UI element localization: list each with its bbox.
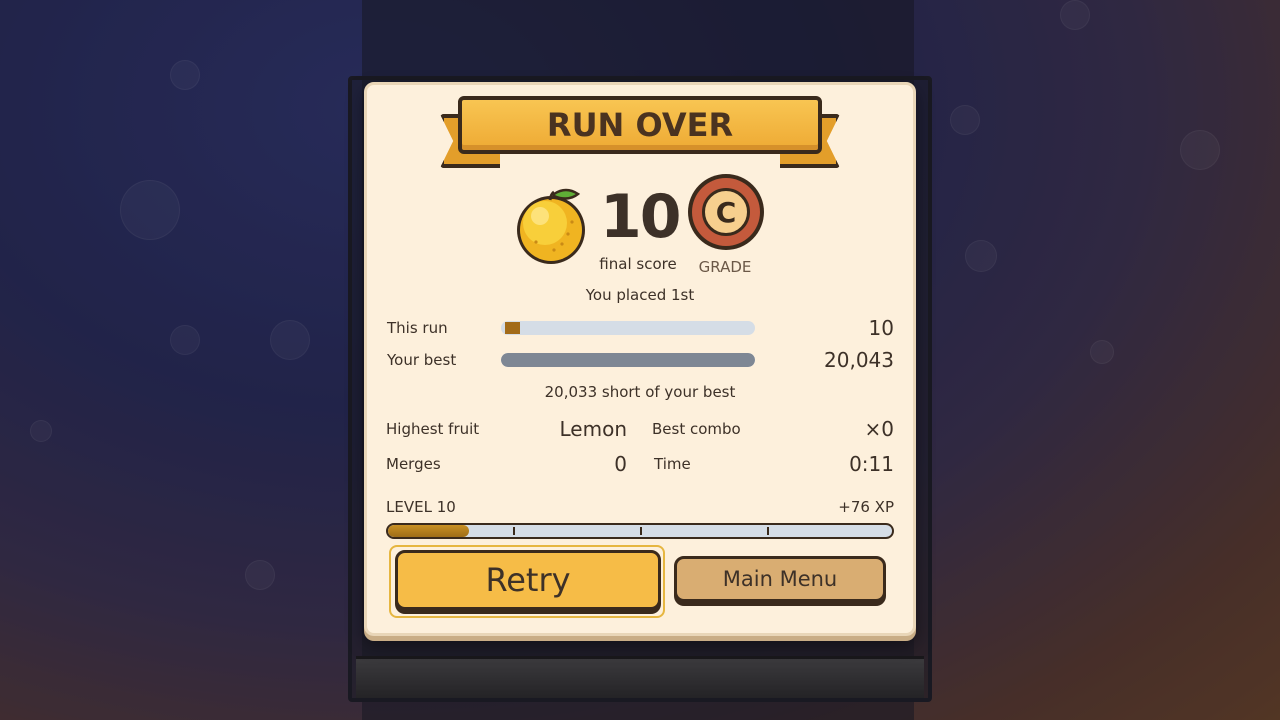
retry-button[interactable]: Retry [395,550,661,610]
final-score-value: 10 [600,182,682,252]
xp-progress-fill [388,525,469,537]
level-label: LEVEL 10 [386,498,456,516]
time-label: Time [654,455,691,473]
final-score-label: final score [599,255,677,273]
lemon-icon [517,188,585,264]
xp-tick [513,527,515,535]
merges-value: 0 [614,452,627,476]
this-run-bar [501,321,755,335]
grade-letter: C [715,195,737,229]
xp-gain: +76 XP [838,498,894,516]
highest-fruit-value: Lemon [559,417,628,441]
main-menu-button[interactable]: Main Menu [674,556,886,602]
xp-tick [767,527,769,535]
best-value: 20,043 [824,348,894,372]
title-ribbon: RUN OVER [458,96,822,154]
best-combo-label: Best combo [652,420,741,438]
placement-text: You placed 1st [585,286,695,304]
best-bar [501,353,755,367]
gap-to-best-text: 20,033 short of your best [544,383,736,401]
xp-progress-bar [386,523,894,539]
grade-badge-icon: C [688,174,764,250]
retry-button-label: Retry [485,561,571,599]
this-run-label: This run [387,319,448,337]
xp-tick [640,527,642,535]
merges-label: Merges [386,455,441,473]
panel-title: RUN OVER [546,106,734,144]
this-run-value: 10 [868,316,894,340]
this-run-bar-fill [505,322,520,334]
best-bar-fill [501,353,755,367]
main-menu-button-label: Main Menu [722,567,838,591]
best-label: Your best [387,351,457,369]
time-value: 0:11 [849,452,894,476]
best-combo-value: ×0 [864,417,894,441]
grade-label: GRADE [698,258,752,276]
highest-fruit-label: Highest fruit [386,420,480,438]
